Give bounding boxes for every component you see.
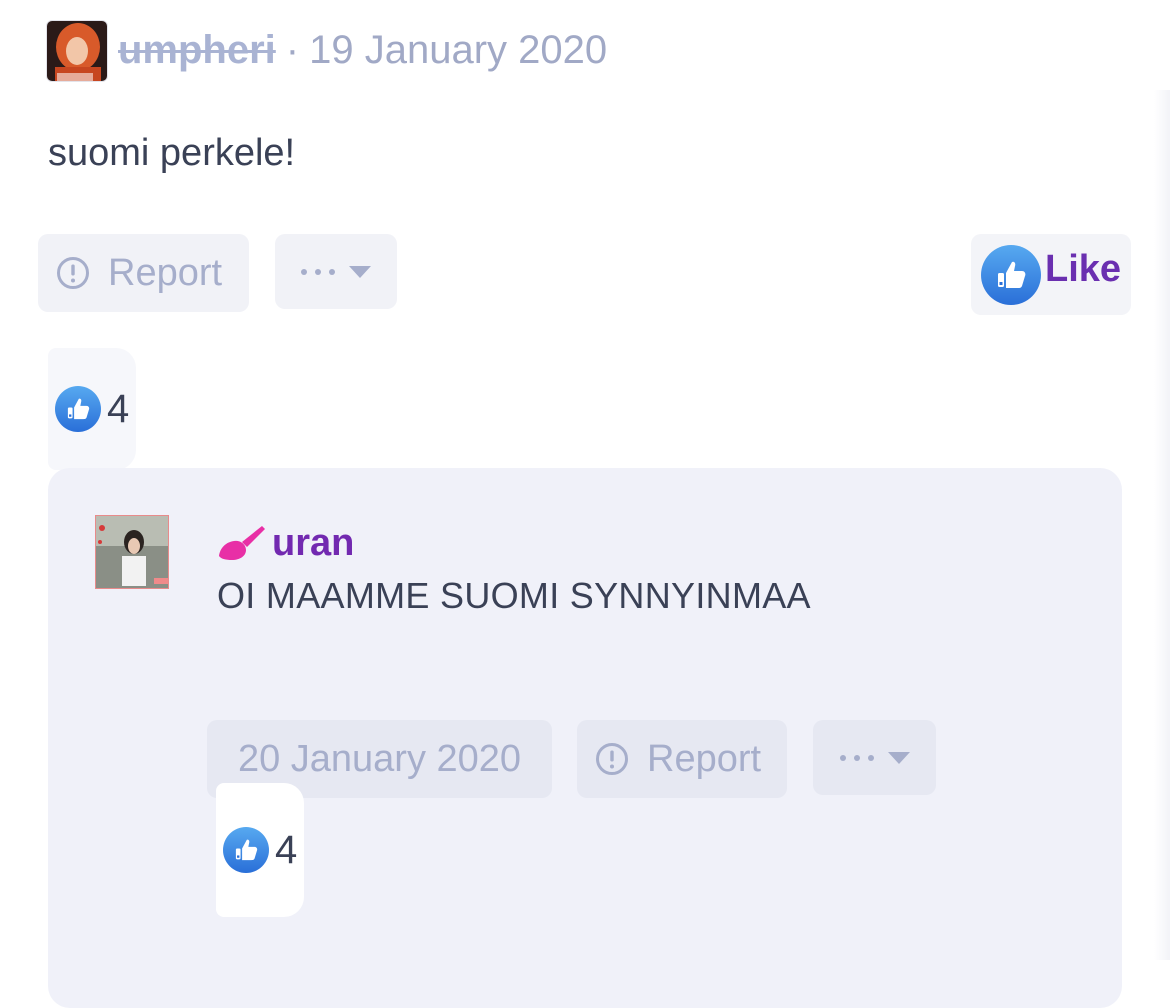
post-header: umpheri · 19 January 2020 xyxy=(118,22,607,78)
reply-report-label: Report xyxy=(647,737,762,780)
reply-header: uran xyxy=(216,518,354,568)
like-button[interactable]: Like xyxy=(971,234,1131,315)
reply-reaction-count: 4 xyxy=(275,827,298,872)
header-separator: · xyxy=(285,27,300,72)
ellipsis-icon xyxy=(839,754,882,761)
exclamation-circle-icon xyxy=(596,743,628,775)
thumbs-up-icon xyxy=(981,244,1041,305)
reply-author-avatar[interactable] xyxy=(95,515,169,589)
thumbs-up-icon xyxy=(223,827,269,873)
exclamation-circle-icon xyxy=(57,257,89,289)
caret-down-icon xyxy=(349,265,371,278)
like-button-label: Like xyxy=(1045,248,1122,290)
post-body-text: suomi perkele! xyxy=(48,132,296,174)
more-options-button[interactable] xyxy=(275,234,397,309)
reaction-summary[interactable]: 4 xyxy=(48,348,136,470)
reply-reaction-summary[interactable]: 4 xyxy=(216,783,304,917)
report-button-label: Report xyxy=(108,251,223,294)
ellipsis-icon xyxy=(301,268,343,275)
reply-body-text: OI MAAMME SUOMI SYNNYINMAA xyxy=(217,575,811,616)
post-date[interactable]: 19 January 2020 xyxy=(309,28,607,73)
scroll-edge-shadow xyxy=(1154,90,1170,960)
reply-more-options-button[interactable] xyxy=(813,720,936,795)
post-author-name[interactable]: umpheri xyxy=(118,28,276,73)
reply-report-button[interactable]: Report xyxy=(577,720,787,798)
reply-author-name[interactable]: uran xyxy=(272,522,354,565)
caret-down-icon xyxy=(887,751,910,764)
reaction-count: 4 xyxy=(107,386,130,431)
post-author-avatar[interactable] xyxy=(46,20,108,82)
report-button[interactable]: Report xyxy=(38,234,249,312)
reply-date: 20 January 2020 xyxy=(237,737,522,780)
thumbs-up-icon xyxy=(55,386,101,432)
paintbrush-icon xyxy=(219,526,265,560)
